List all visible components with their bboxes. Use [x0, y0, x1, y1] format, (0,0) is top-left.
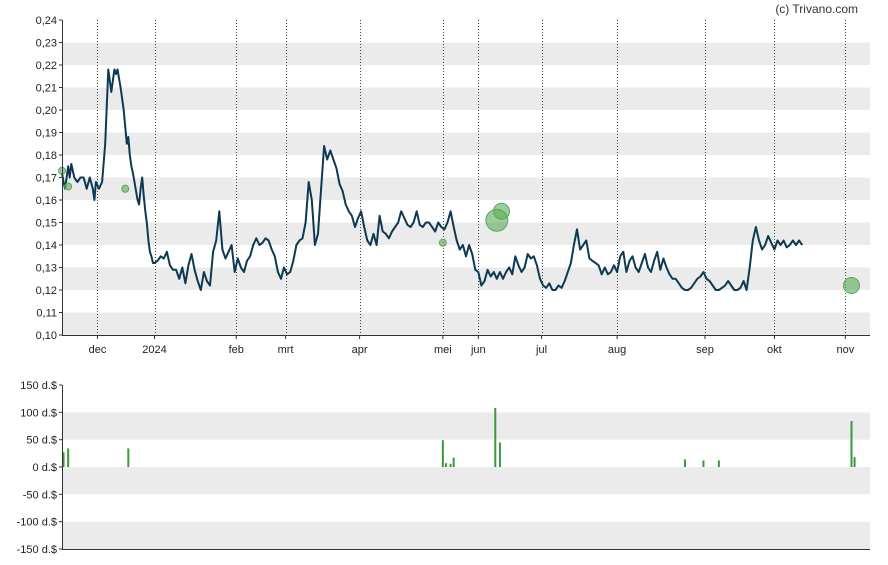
trade-marker	[842, 277, 860, 294]
x-tick-label: nov	[836, 344, 854, 356]
price-y-tick-label: 0,18	[36, 150, 57, 162]
volume-bar	[441, 440, 444, 467]
volume-y-tick-label: 50 d.$	[26, 435, 57, 447]
volume-y-tick-label: 100 d.$	[20, 407, 57, 419]
price-y-tick-label: 0,17	[36, 173, 57, 185]
price-y-tick-label: 0,12	[36, 285, 57, 297]
price-band	[62, 222, 870, 245]
price-band	[62, 177, 870, 200]
x-tick-label: okt	[767, 344, 782, 356]
x-tick-label: sep	[696, 344, 714, 356]
volume-bar	[853, 457, 856, 467]
price-y-tick-label: 0,23	[36, 38, 57, 50]
volume-bar	[494, 407, 497, 467]
x-tick-label: apr	[352, 344, 368, 356]
price-y-tick-label: 0,10	[36, 330, 57, 342]
price-y-tick-label: 0,19	[36, 128, 57, 140]
volume-y-tick-label: -100 d.$	[17, 517, 57, 529]
volume-y-axis-ticks: 150 d.$ 100 d.$ 50 d.$ 0 d.$ -50 d.$ -100 d.$…	[17, 380, 62, 556]
x-tick-label: feb	[229, 344, 244, 356]
volume-y-tick-label: -50 d.$	[23, 489, 57, 501]
x-tick-label: dec	[89, 344, 107, 356]
volume-bar	[683, 459, 686, 467]
trade-marker	[492, 202, 510, 220]
x-tick-label: aug	[608, 344, 626, 356]
trade-marker	[64, 182, 73, 191]
price-y-tick-label: 0,13	[36, 263, 57, 275]
price-y-tick-label: 0,24	[36, 15, 57, 27]
volume-bar	[444, 463, 447, 467]
volume-y-tick-label: -150 d.$	[17, 544, 57, 556]
x-tick-label: mrt	[278, 344, 294, 356]
volume-bar	[850, 421, 853, 467]
price-y-axis-ticks: 0,24 0,23 0,22 0,21 0,20 0,19 0,18 0,17 0,16 0,15…	[36, 15, 62, 342]
price-band	[62, 87, 870, 110]
price-y-tick-label: 0,15	[36, 218, 57, 230]
x-tick-label: jun	[470, 344, 486, 356]
price-y-tick-label: 0,20	[36, 105, 57, 117]
volume-band	[62, 467, 870, 495]
price-y-tick-label: 0,16	[36, 195, 57, 207]
price-y-tick-label: 0,14	[36, 240, 57, 252]
volume-band	[62, 521, 870, 549]
volume-bar	[498, 442, 501, 467]
volume-band	[62, 412, 870, 440]
volume-bar	[452, 457, 455, 467]
price-y-tick-label: 0,21	[36, 83, 57, 95]
price-y-tick-label: 0,11	[36, 308, 57, 320]
trade-marker	[121, 184, 130, 193]
price-band	[62, 312, 870, 335]
source-credit: (c) Trivano.com	[775, 2, 858, 16]
stock-chart: 0,24 0,23 0,22 0,21 0,20 0,19 0,18 0,17 0,16 0,15…	[17, 2, 870, 556]
price-band	[62, 132, 870, 155]
trade-marker	[438, 238, 447, 247]
volume-panel-bands	[62, 412, 870, 549]
price-panel-bands	[62, 42, 870, 335]
x-tick-label: mei	[434, 344, 452, 356]
price-y-tick-label: 0,22	[36, 60, 57, 72]
x-tick-label: jul	[535, 344, 547, 356]
volume-y-tick-label: 0 d.$	[33, 462, 57, 474]
volume-bar	[127, 448, 130, 467]
price-band	[62, 42, 870, 65]
volume-bar	[717, 460, 720, 467]
volume-bar	[67, 448, 70, 467]
x-axis-ticks: dec 2024 feb mrt apr mei jun jul aug sep okt nov	[89, 335, 855, 356]
volume-bar	[702, 460, 705, 467]
x-tick-label: 2024	[142, 344, 166, 356]
volume-y-tick-label: 150 d.$	[20, 380, 57, 392]
volume-bar	[449, 463, 452, 467]
